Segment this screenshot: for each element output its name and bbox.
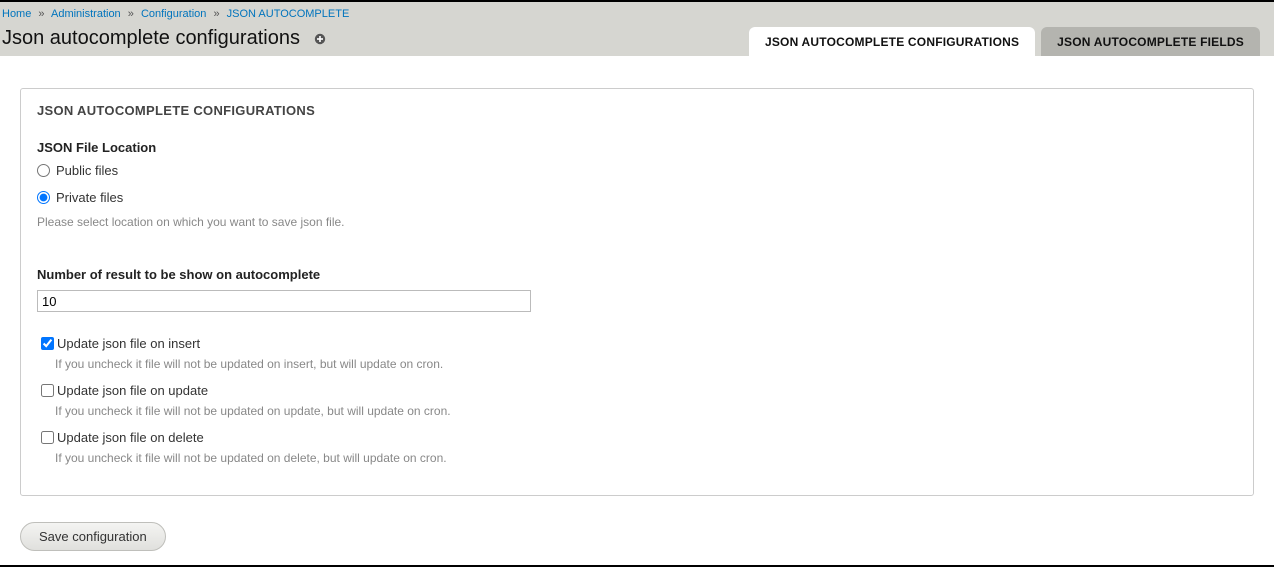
cb-update-item: Update json file on update If you unchec… xyxy=(37,381,1237,418)
num-results-block: Number of result to be show on autocompl… xyxy=(37,267,1237,312)
cb-insert-help: If you uncheck it file will not be updat… xyxy=(55,357,1237,371)
file-location-help: Please select location on which you want… xyxy=(37,215,1237,229)
radio-public-files-label: Public files xyxy=(56,163,118,178)
num-results-input[interactable] xyxy=(37,290,531,312)
num-results-label: Number of result to be show on autocompl… xyxy=(37,267,1237,282)
checkbox-update-on-delete[interactable] xyxy=(41,431,54,444)
save-configuration-button[interactable]: Save configuration xyxy=(20,522,166,551)
cb-update-row[interactable]: Update json file on update xyxy=(37,381,1237,400)
breadcrumb-administration[interactable]: Administration xyxy=(51,8,121,20)
cb-delete-row[interactable]: Update json file on delete xyxy=(37,428,1237,447)
breadcrumb: Home » Administration » Configuration » … xyxy=(0,2,1274,22)
header-area: Home » Administration » Configuration » … xyxy=(0,2,1274,56)
cb-insert-row[interactable]: Update json file on insert xyxy=(37,334,1237,353)
cb-delete-item: Update json file on delete If you unchec… xyxy=(37,428,1237,465)
radio-public-files[interactable] xyxy=(37,164,50,177)
config-panel: JSON AUTOCOMPLETE CONFIGURATIONS JSON Fi… xyxy=(20,88,1254,496)
checkbox-group: Update json file on insert If you unchec… xyxy=(37,334,1237,465)
page-title: Json autocomplete configurations xyxy=(2,27,326,56)
tabs: JSON AUTOCOMPLETE CONFIGURATIONS JSON AU… xyxy=(749,27,1274,56)
tab-configurations[interactable]: JSON AUTOCOMPLETE CONFIGURATIONS xyxy=(749,27,1035,56)
cb-update-help: If you uncheck it file will not be updat… xyxy=(55,404,1237,418)
page-title-text: Json autocomplete configurations xyxy=(2,27,300,50)
cb-insert-item: Update json file on insert If you unchec… xyxy=(37,334,1237,371)
tab-fields[interactable]: JSON AUTOCOMPLETE FIELDS xyxy=(1041,27,1260,56)
main-area: JSON AUTOCOMPLETE CONFIGURATIONS JSON Fi… xyxy=(0,56,1274,510)
breadcrumb-sep: » xyxy=(38,8,44,20)
radio-private-files-label: Private files xyxy=(56,190,123,205)
save-row: Save configuration xyxy=(0,510,1274,561)
checkbox-update-on-update-label: Update json file on update xyxy=(57,383,208,398)
checkbox-update-on-insert[interactable] xyxy=(41,337,54,350)
radio-public-files-row[interactable]: Public files xyxy=(37,163,1237,178)
checkbox-update-on-update[interactable] xyxy=(41,384,54,397)
checkbox-update-on-delete-label: Update json file on delete xyxy=(57,430,204,445)
title-row: Json autocomplete configurations JSON AU… xyxy=(0,22,1274,56)
add-icon[interactable] xyxy=(314,33,326,45)
breadcrumb-home[interactable]: Home xyxy=(2,8,31,20)
panel-heading: JSON AUTOCOMPLETE CONFIGURATIONS xyxy=(37,103,1237,118)
breadcrumb-sep: » xyxy=(128,8,134,20)
breadcrumb-configuration[interactable]: Configuration xyxy=(141,8,206,20)
radio-private-files[interactable] xyxy=(37,191,50,204)
checkbox-update-on-insert-label: Update json file on insert xyxy=(57,336,200,351)
breadcrumb-current[interactable]: JSON AUTOCOMPLETE xyxy=(227,8,350,20)
breadcrumb-sep: » xyxy=(213,8,219,20)
file-location-label: JSON File Location xyxy=(37,140,1237,155)
cb-delete-help: If you uncheck it file will not be updat… xyxy=(55,451,1237,465)
radio-private-files-row[interactable]: Private files xyxy=(37,190,1237,205)
